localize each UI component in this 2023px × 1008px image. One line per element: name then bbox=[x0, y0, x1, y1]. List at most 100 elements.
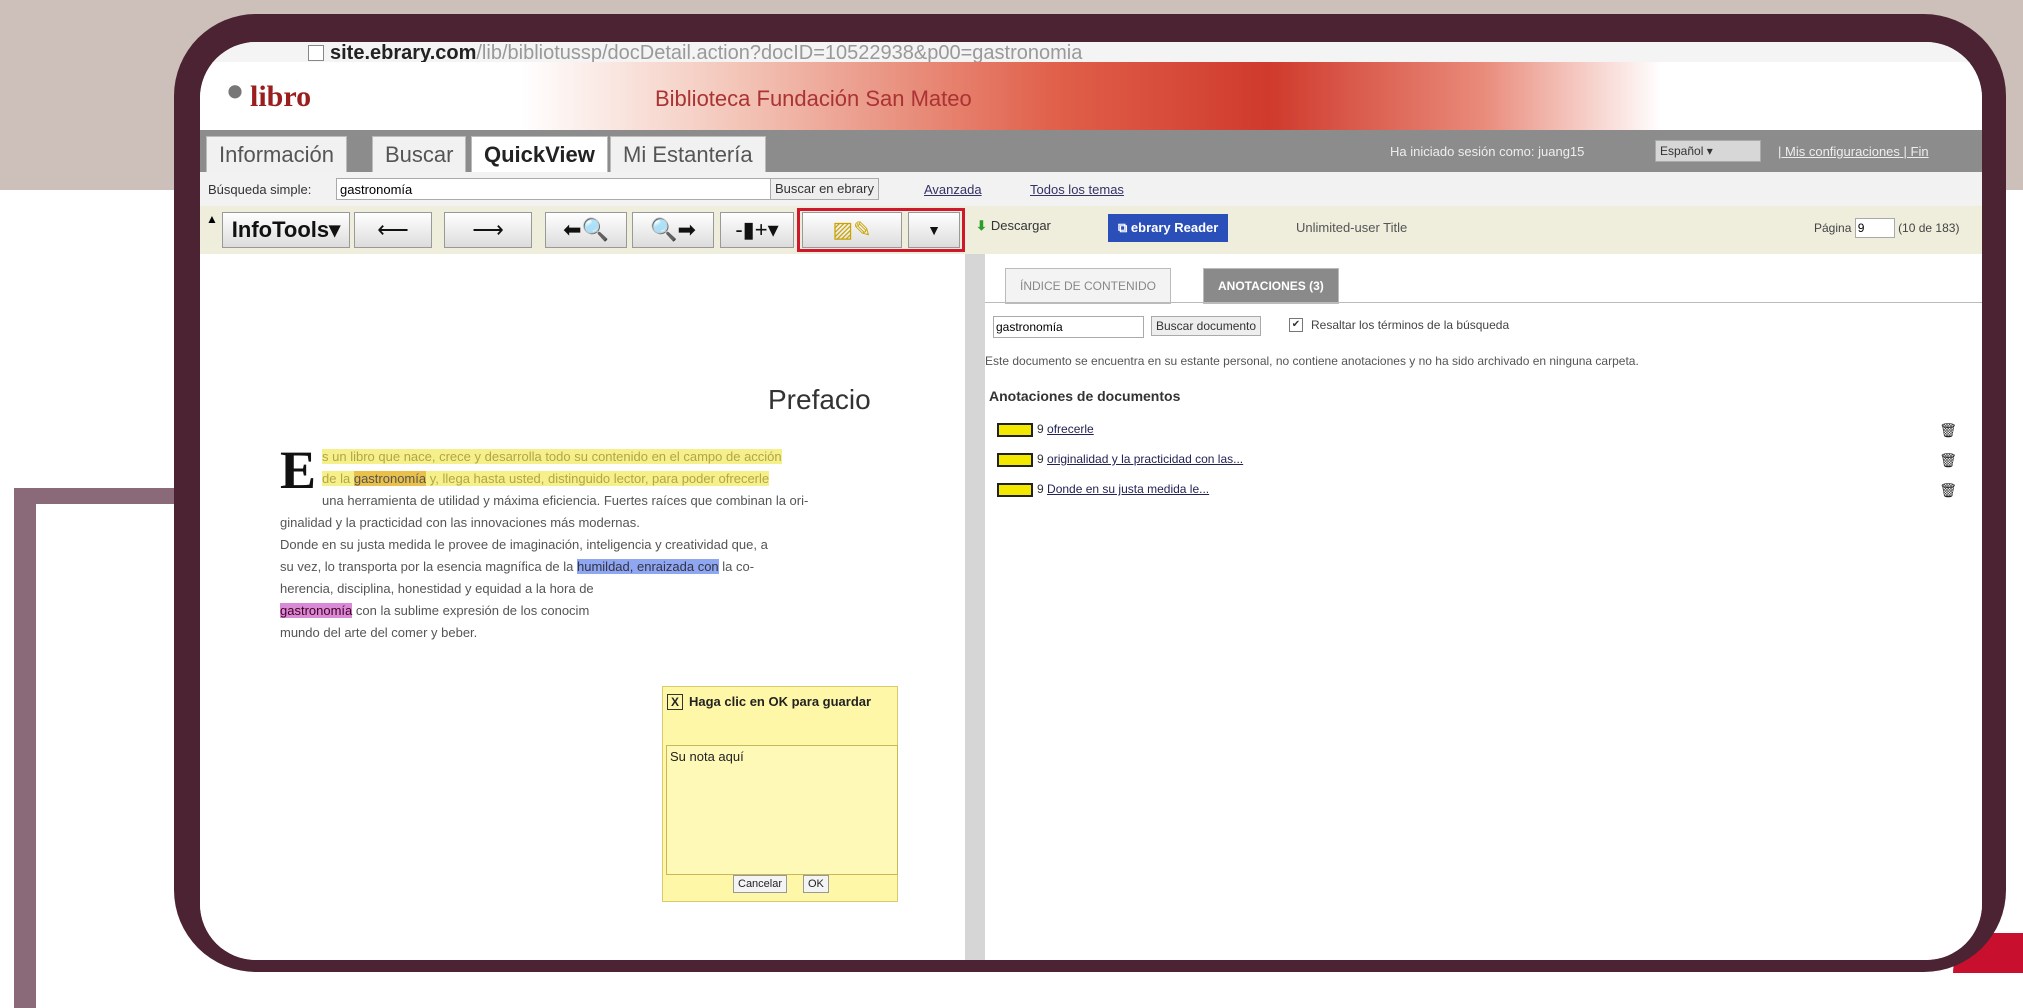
paragraph-1: E s un libro que nace, crece y desarroll… bbox=[280, 443, 882, 534]
paragraph-2: Donde en su justa medida le provee de im… bbox=[280, 534, 882, 644]
tab-indice-contenido[interactable]: ÍNDICE DE CONTENIDO bbox=[1005, 268, 1172, 304]
library-title: Biblioteca Fundación San Mateo bbox=[655, 86, 972, 111]
dropdown-arrow-icon: ▾ bbox=[329, 217, 341, 242]
all-topics-link[interactable]: Todos los temas bbox=[1030, 182, 1124, 197]
address-bar[interactable]: site.ebrary.com/lib/bibliotussp/docDetai… bbox=[200, 42, 1982, 63]
search-input[interactable] bbox=[336, 178, 774, 200]
text-line: Donde en su justa medida le provee de im… bbox=[280, 537, 768, 552]
download-label: Descargar bbox=[990, 218, 1051, 233]
site-banner: libro Biblioteca Fundación San Mateo bbox=[200, 62, 1982, 130]
page-indicator: Página (10 de 183) bbox=[1814, 218, 1959, 238]
url-host: site.ebrary.com bbox=[330, 42, 477, 63]
annotation-link[interactable]: Donde en su justa medida le... bbox=[1047, 482, 1209, 496]
finish-link: | Fin bbox=[1903, 144, 1929, 159]
highlight-terms-label: Resaltar los términos de la búsqueda bbox=[1311, 318, 1510, 332]
text-line: su vez, lo transporta por la esencia mag… bbox=[280, 559, 577, 574]
infotools-label: InfoTools bbox=[231, 217, 330, 242]
logo-icon bbox=[224, 84, 246, 110]
text-line: una herramienta de utilidad y máxima efi… bbox=[322, 493, 809, 508]
prev-search-hit-button[interactable]: ⬅🔍 bbox=[545, 212, 627, 248]
session-text: Ha iniciado sesión como: juang15 bbox=[1390, 144, 1585, 159]
page-total: (10 de 183) bbox=[1898, 221, 1960, 235]
download-button[interactable]: ⬇ Descargar bbox=[976, 218, 1051, 234]
ok-button[interactable]: OK bbox=[803, 875, 829, 893]
annotation-page: 9 bbox=[1037, 452, 1044, 466]
bookmark-add-icon: -▮+▾ bbox=[735, 217, 779, 242]
note-header-text: Haga clic en OK para guardar bbox=[689, 694, 872, 709]
libro-logo[interactable]: libro bbox=[224, 80, 311, 114]
arrow-right-icon: ⟶ bbox=[472, 217, 504, 242]
tab-buscar[interactable]: Buscar bbox=[372, 136, 467, 173]
highlighter-icon bbox=[997, 452, 1033, 467]
reader-icon: ⧉ bbox=[1118, 220, 1131, 235]
prev-page-button[interactable]: ⟵ bbox=[354, 212, 432, 248]
document-status: Este documento se encuentra en su estant… bbox=[985, 354, 1639, 368]
text-line: herencia, disciplina, honestidad y equid… bbox=[280, 581, 594, 596]
note-textarea[interactable]: Su nota aquí bbox=[666, 745, 898, 875]
bookmark-button[interactable]: -▮+▾ bbox=[720, 212, 794, 248]
next-search-hit-button[interactable]: 🔍➡ bbox=[632, 212, 714, 248]
search-next-icon: 🔍➡ bbox=[650, 217, 696, 242]
settings-label: Mis configuraciones bbox=[1785, 144, 1900, 159]
text-line: la co- bbox=[718, 559, 755, 574]
document-pane: Prefacio E s un libro que nace, crece y … bbox=[200, 254, 965, 960]
reader-label: ebrary Reader bbox=[1130, 220, 1219, 235]
annotation-item: 9 Donde en su justa medida le... 🗑 bbox=[997, 482, 1967, 502]
trash-icon[interactable]: 🗑 bbox=[1939, 482, 1957, 499]
annotations-heading: Anotaciones de documentos bbox=[989, 388, 1181, 404]
main-tabbar: Información Buscar QuickView Mi Estanter… bbox=[200, 130, 1982, 173]
highlighted-text[interactable]: de la bbox=[322, 471, 354, 486]
trash-icon[interactable]: 🗑 bbox=[1939, 422, 1957, 439]
language-select[interactable]: Español ▾ bbox=[1655, 140, 1761, 162]
logo-text: libro bbox=[250, 80, 312, 113]
language-value: Español bbox=[1660, 144, 1704, 158]
download-icon: ⬇ bbox=[976, 218, 987, 233]
tab-divider bbox=[985, 302, 1982, 303]
next-page-button[interactable]: ⟶ bbox=[444, 212, 532, 248]
document-search: Buscar documento ✔ Resaltar los términos… bbox=[993, 316, 1509, 338]
unlimited-title: Unlimited-user Title bbox=[1296, 220, 1408, 235]
search-label: Búsqueda simple: bbox=[208, 182, 312, 197]
search-hit[interactable]: gastronomía bbox=[280, 603, 353, 618]
annotation-page: 9 bbox=[1037, 482, 1044, 496]
tab-anotaciones[interactable]: ANOTACIONES (3) bbox=[1203, 268, 1339, 304]
text-line: con la sublime expresión de los conocim bbox=[352, 603, 590, 618]
doc-title: Prefacio bbox=[768, 384, 871, 415]
close-icon[interactable]: X bbox=[667, 694, 683, 710]
highlighter-icon bbox=[997, 422, 1033, 437]
search-prev-icon: ⬅🔍 bbox=[563, 217, 609, 242]
infotools-button[interactable]: InfoTools▾ bbox=[222, 212, 350, 248]
annotation-item: 9 ofrecerle 🗑 bbox=[997, 422, 1967, 442]
search-document-button[interactable]: Buscar documento bbox=[1151, 316, 1262, 336]
highlighted-text[interactable]: humildad, enraizada con bbox=[577, 559, 719, 574]
cancel-button[interactable]: Cancelar bbox=[733, 875, 788, 893]
annotation-tool-highlight bbox=[797, 208, 965, 252]
search-hit[interactable]: gastronomía bbox=[353, 471, 427, 486]
advanced-search-link[interactable]: Avanzada bbox=[924, 182, 982, 197]
tab-quickview[interactable]: QuickView bbox=[471, 136, 608, 173]
annotation-link[interactable]: ofrecerle bbox=[1047, 422, 1094, 436]
doc-body: E s un libro que nace, crece y desarroll… bbox=[280, 443, 882, 644]
highlight-terms-checkbox[interactable]: ✔ bbox=[1289, 318, 1303, 332]
annotation-link[interactable]: originalidad y la practicidad con las... bbox=[1047, 452, 1243, 466]
tab-mi-estanteria[interactable]: Mi Estantería bbox=[610, 136, 766, 173]
browser-screen: site.ebrary.com/lib/bibliotussp/docDetai… bbox=[200, 42, 1982, 960]
trash-icon[interactable]: 🗑 bbox=[1939, 452, 1957, 469]
highlighted-text[interactable]: y, llega hasta usted, distinguido lector… bbox=[426, 471, 770, 486]
page-input[interactable] bbox=[1854, 218, 1895, 238]
highlighted-text[interactable]: s un libro que nace, crece y desarrolla … bbox=[322, 449, 782, 464]
ebrary-reader-button[interactable]: ⧉ ebrary Reader bbox=[1108, 214, 1229, 242]
collapse-caret-icon[interactable]: ▲ bbox=[206, 212, 218, 226]
document-search-input[interactable] bbox=[993, 316, 1144, 338]
pane-divider[interactable] bbox=[965, 254, 985, 960]
simple-search-row: Búsqueda simple: Buscar en ebrary Avanza… bbox=[200, 172, 1982, 207]
highlighter-icon bbox=[997, 482, 1033, 497]
settings-link[interactable]: | Mis configuraciones | Fin bbox=[1778, 144, 1929, 159]
url-path: /lib/bibliotussp/docDetail.action?docID=… bbox=[476, 42, 1083, 63]
annotation-item: 9 originalidad y la practicidad con las.… bbox=[997, 452, 1967, 472]
arrow-left-icon: ⟵ bbox=[377, 217, 409, 242]
tab-informacion[interactable]: Información bbox=[206, 136, 347, 173]
text-line: mundo del arte del comer y beber. bbox=[280, 625, 478, 640]
search-ebrary-button[interactable]: Buscar en ebrary bbox=[770, 178, 879, 200]
page-icon bbox=[308, 45, 324, 61]
